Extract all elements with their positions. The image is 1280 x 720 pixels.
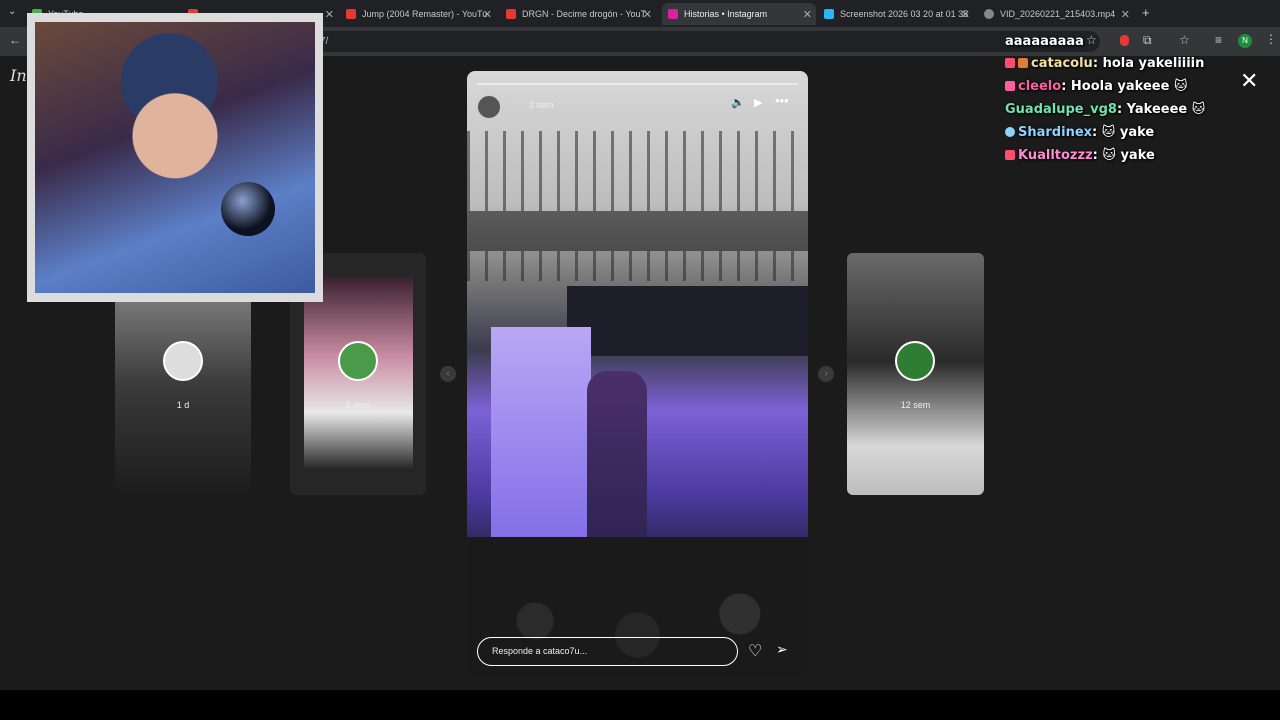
- ring-badge-icon: [1005, 127, 1015, 137]
- heart-badge-icon: [1005, 150, 1015, 160]
- stage-truss: [467, 131, 808, 211]
- chat-text: 🐱 yake: [1102, 148, 1155, 163]
- chat-separator: :: [1061, 79, 1071, 94]
- next-story-arrow[interactable]: ›: [818, 366, 834, 382]
- story-age: 2 sem: [529, 100, 554, 110]
- tab-title: VID_20260221_215403.mp4: [1000, 9, 1116, 19]
- youtube-icon: [506, 9, 516, 19]
- tab-title: DRGN - Decime drogón - YouT: [522, 9, 647, 19]
- webcam-overlay: [27, 13, 323, 302]
- tab-instagram[interactable]: Historias • Instagram ✕: [662, 3, 816, 25]
- story-progress-bar: [477, 83, 798, 85]
- chat-message-partial: aaaaaaaaa: [1005, 34, 1084, 49]
- heart-icon[interactable]: ♡: [748, 641, 762, 661]
- chat-text: Yakeeee 🐱: [1126, 102, 1206, 117]
- heart-badge-icon: [1005, 58, 1015, 68]
- chat-separator: :: [1092, 125, 1102, 140]
- close-icon[interactable]: ✕: [961, 8, 970, 21]
- webcam-feed: [35, 22, 315, 293]
- back-arrow-icon[interactable]: ←: [9, 33, 21, 47]
- stream-chat-overlay: aaaaaaaaa catacolu: hola yakeliiiin clee…: [1005, 32, 1275, 167]
- tab-list-chevron-icon[interactable]: ⌄: [8, 6, 16, 17]
- chat-text: 🐱 yake: [1101, 125, 1155, 140]
- story-age: 2 sem: [345, 400, 371, 410]
- previous-story-arrow[interactable]: ‹: [440, 366, 456, 382]
- stage-truss: [467, 251, 808, 281]
- chat-username: Shardinex: [1018, 125, 1093, 140]
- stage-roof: [467, 211, 808, 251]
- close-icon[interactable]: ✕: [1121, 8, 1130, 21]
- close-icon[interactable]: ✕: [483, 8, 492, 21]
- chat-username: cleelo: [1018, 79, 1062, 94]
- story-user-avatar: [895, 341, 935, 381]
- more-options-icon[interactable]: •••: [775, 93, 789, 108]
- tab-title: Jump (2004 Remaster) - YouTu: [362, 9, 488, 19]
- image-icon: [824, 9, 834, 19]
- close-icon[interactable]: ✕: [803, 8, 812, 21]
- story-user-avatar: [163, 341, 203, 381]
- microphone: [221, 182, 275, 236]
- tab-jump[interactable]: Jump (2004 Remaster) - YouTu ✕: [346, 3, 496, 25]
- story-age: 12 sem: [900, 400, 931, 410]
- stage-rig: [567, 286, 808, 356]
- chat-separator: :: [1092, 148, 1103, 163]
- close-icon[interactable]: ✕: [325, 8, 334, 21]
- sub-badge-icon: [1018, 58, 1028, 68]
- tab-screenshot[interactable]: Screenshot 2026 03 20 at 01 35 ✕: [824, 3, 974, 25]
- chat-text: hola yakeliiiin: [1102, 56, 1205, 71]
- chat-separator: :: [1116, 102, 1127, 117]
- youtube-icon: [346, 9, 356, 19]
- send-icon[interactable]: ➢: [776, 641, 788, 658]
- stage-screen: [491, 327, 591, 557]
- pencil-badge-icon: [1005, 81, 1015, 91]
- chat-message: cleelo: Hoola yakeee 🐱: [1005, 75, 1275, 98]
- main-story[interactable]: 2 sem 🔈 ▶ ••• Responde a cataco7u... ♡ ➢: [467, 71, 808, 677]
- chat-message: Shardinex: 🐱 yake: [1005, 121, 1275, 144]
- chat-message: catacolu: hola yakeliiiin: [1005, 52, 1275, 75]
- bottom-black-bar: [0, 690, 1280, 720]
- chat-message: Kualltozzz: 🐱 yake: [1005, 144, 1275, 167]
- chat-separator: :: [1092, 56, 1103, 71]
- side-story-3[interactable]: 12 sem: [847, 253, 984, 495]
- tab-video[interactable]: VID_20260221_215403.mp4 ✕: [984, 3, 1134, 25]
- chat-username: catacolu: [1031, 56, 1093, 71]
- story-age: 1 d: [176, 400, 190, 410]
- globe-icon: [984, 9, 994, 19]
- chat-text: Hoola yakeee 🐱: [1070, 79, 1188, 94]
- tab-title: Screenshot 2026 03 20 at 01 35: [840, 9, 969, 19]
- play-icon[interactable]: ▶: [754, 96, 762, 109]
- instagram-logo[interactable]: In: [10, 66, 27, 85]
- new-tab-icon[interactable]: +: [1142, 5, 1150, 20]
- chat-message: Guadalupe_vg8: Yakeeee 🐱: [1005, 98, 1275, 121]
- chat-username: Kualltozzz: [1018, 148, 1093, 163]
- story-author-avatar[interactable]: [477, 95, 501, 119]
- tab-title: Historias • Instagram: [684, 9, 768, 19]
- reply-input[interactable]: Responde a cataco7u...: [477, 637, 738, 666]
- chat-username: Guadalupe_vg8: [1005, 102, 1117, 117]
- tab-drgn[interactable]: DRGN - Decime drogón - YouT ✕: [506, 3, 656, 25]
- close-icon[interactable]: ✕: [643, 8, 652, 21]
- story-user-avatar: [338, 341, 378, 381]
- instagram-icon: [668, 9, 678, 19]
- mute-icon[interactable]: 🔈: [731, 96, 745, 109]
